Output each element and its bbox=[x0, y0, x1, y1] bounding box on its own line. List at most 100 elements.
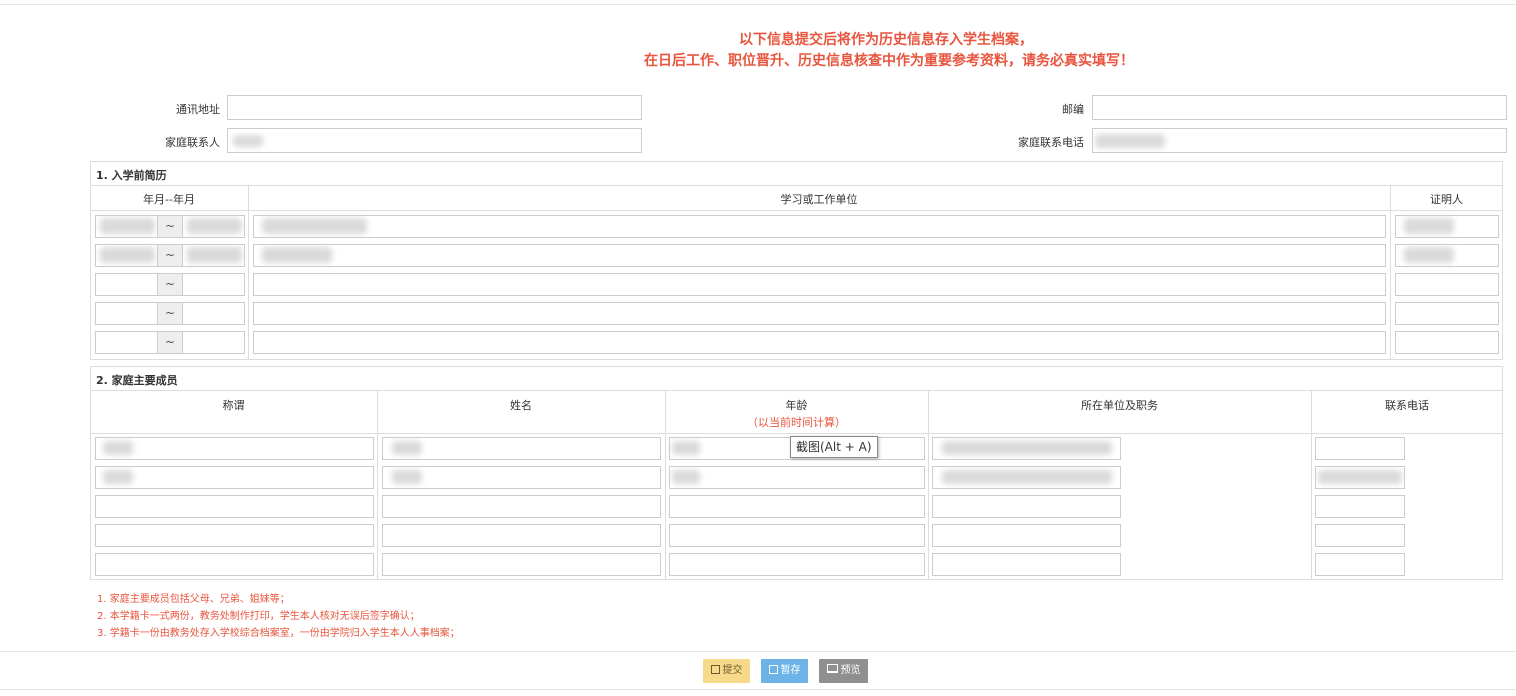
screenshot-tooltip: 截图(Alt + A) bbox=[790, 436, 878, 458]
resume-section-title: 1. 入学前简历 bbox=[96, 169, 167, 182]
redacted-value bbox=[100, 218, 155, 234]
resume-separator: ~ bbox=[157, 302, 183, 325]
notes-list: 1. 家庭主要成员包括父母、兄弟、姐妹等； 2. 本学籍卡一式两份，教务处制作打… bbox=[97, 591, 460, 642]
resume-end-input[interactable] bbox=[182, 273, 245, 296]
resume-start-input[interactable] bbox=[95, 273, 158, 296]
note-item: 2. 本学籍卡一式两份，教务处制作打印，学生本人核对无误后签字确认； bbox=[97, 611, 420, 622]
family-employer-input[interactable] bbox=[932, 495, 1121, 518]
submit-button-label: 提交 bbox=[722, 665, 743, 676]
family-title-input[interactable] bbox=[95, 553, 374, 576]
resume-col-witness: 证明人 bbox=[1430, 193, 1463, 206]
family-col-age-note: （以当前时间计算） bbox=[747, 416, 846, 429]
note-item: 1. 家庭主要成员包括父母、兄弟、姐妹等； bbox=[97, 594, 290, 605]
top-divider bbox=[0, 4, 1516, 5]
divider bbox=[1311, 390, 1312, 580]
resume-separator: ~ bbox=[157, 215, 183, 238]
postcode-label: 邮编 bbox=[1062, 103, 1084, 116]
bottom-divider bbox=[0, 689, 1516, 690]
family-name-input[interactable] bbox=[382, 437, 661, 460]
family-name-input[interactable] bbox=[382, 466, 661, 489]
resume-start-input[interactable] bbox=[95, 302, 158, 325]
preview-button[interactable]: 预览 bbox=[819, 659, 868, 683]
family-age-input[interactable] bbox=[669, 495, 925, 518]
bottom-divider bbox=[0, 651, 1516, 652]
resume-end-input[interactable] bbox=[182, 302, 245, 325]
notice-line-1: 以下信息提交后将作为历史信息存入学生档案， bbox=[739, 32, 1033, 48]
note-item: 3. 学籍卡一份由教务处存入学校综合档案室，一份由学院归入学生本人人事档案； bbox=[97, 628, 460, 639]
floppy-icon bbox=[710, 665, 720, 674]
redacted-value bbox=[1095, 134, 1165, 148]
postcode-input[interactable] bbox=[1092, 95, 1507, 120]
redacted-value bbox=[942, 470, 1112, 484]
family-title-input[interactable] bbox=[95, 524, 374, 547]
resume-unit-input[interactable] bbox=[253, 302, 1386, 325]
address-label: 通讯地址 bbox=[176, 103, 220, 116]
divider bbox=[377, 390, 378, 580]
family-contact-input[interactable] bbox=[227, 128, 642, 153]
family-age-input[interactable] bbox=[669, 524, 925, 547]
family-col-title: 称谓 bbox=[222, 399, 245, 412]
family-name-input[interactable] bbox=[382, 524, 661, 547]
resume-end-input[interactable] bbox=[182, 331, 245, 354]
resume-unit-input[interactable] bbox=[253, 244, 1386, 267]
redacted-value bbox=[942, 441, 1112, 455]
family-title-input[interactable] bbox=[95, 437, 374, 460]
redacted-value bbox=[392, 441, 422, 455]
preview-button-label: 预览 bbox=[840, 665, 861, 676]
resume-separator: ~ bbox=[157, 273, 183, 296]
divider bbox=[90, 210, 1503, 211]
redacted-value bbox=[187, 218, 242, 234]
family-col-phone: 联系电话 bbox=[1385, 399, 1429, 412]
redacted-value bbox=[187, 247, 242, 263]
divider bbox=[248, 185, 249, 360]
submit-button[interactable]: 提交 bbox=[703, 659, 750, 683]
family-phone-input[interactable] bbox=[1315, 524, 1405, 547]
resume-witness-input[interactable] bbox=[1395, 302, 1499, 325]
redacted-value bbox=[1404, 218, 1454, 234]
monitor-icon bbox=[826, 664, 838, 673]
family-col-employer: 所在单位及职务 bbox=[1081, 399, 1158, 412]
redacted-value bbox=[1404, 247, 1454, 263]
redacted-value bbox=[1318, 470, 1402, 484]
resume-unit-input[interactable] bbox=[253, 331, 1386, 354]
divider bbox=[928, 390, 929, 580]
redacted-value bbox=[100, 247, 155, 263]
redacted-value bbox=[233, 135, 263, 147]
resume-separator: ~ bbox=[157, 244, 183, 267]
redacted-value bbox=[672, 470, 700, 484]
resume-witness-input[interactable] bbox=[1395, 331, 1499, 354]
family-age-input[interactable] bbox=[669, 466, 925, 489]
redacted-value bbox=[103, 441, 133, 455]
family-contact-label: 家庭联系人 bbox=[165, 136, 220, 149]
redacted-value bbox=[103, 470, 133, 484]
family-employer-input[interactable] bbox=[932, 553, 1121, 576]
resume-col-unit: 学习或工作单位 bbox=[780, 193, 858, 206]
resume-unit-input[interactable] bbox=[253, 273, 1386, 296]
family-col-age: 年龄 bbox=[785, 399, 808, 412]
save-button-label: 暂存 bbox=[780, 665, 801, 676]
family-name-input[interactable] bbox=[382, 553, 661, 576]
family-name-input[interactable] bbox=[382, 495, 661, 518]
family-phone-label: 家庭联系电话 bbox=[1018, 136, 1084, 149]
family-title-input[interactable] bbox=[95, 495, 374, 518]
redacted-value bbox=[672, 441, 700, 455]
resume-start-input[interactable] bbox=[95, 331, 158, 354]
save-button[interactable]: 暂存 bbox=[761, 659, 808, 683]
divider bbox=[90, 390, 1503, 391]
redacted-value bbox=[392, 470, 422, 484]
resume-witness-input[interactable] bbox=[1395, 273, 1499, 296]
redacted-value bbox=[262, 218, 367, 234]
family-age-input[interactable] bbox=[669, 553, 925, 576]
family-phone-input[interactable] bbox=[1315, 437, 1405, 460]
family-section-title: 2. 家庭主要成员 bbox=[96, 374, 178, 387]
resume-unit-input[interactable] bbox=[253, 215, 1386, 238]
family-phone-input[interactable] bbox=[1315, 495, 1405, 518]
address-input[interactable] bbox=[227, 95, 642, 120]
family-phone-input[interactable] bbox=[1315, 553, 1405, 576]
resume-col-period: 年月--年月 bbox=[143, 193, 195, 206]
family-title-input[interactable] bbox=[95, 466, 374, 489]
family-phone-input[interactable] bbox=[1092, 128, 1507, 153]
redacted-value bbox=[262, 247, 332, 263]
family-col-name: 姓名 bbox=[510, 399, 532, 412]
family-employer-input[interactable] bbox=[932, 524, 1121, 547]
